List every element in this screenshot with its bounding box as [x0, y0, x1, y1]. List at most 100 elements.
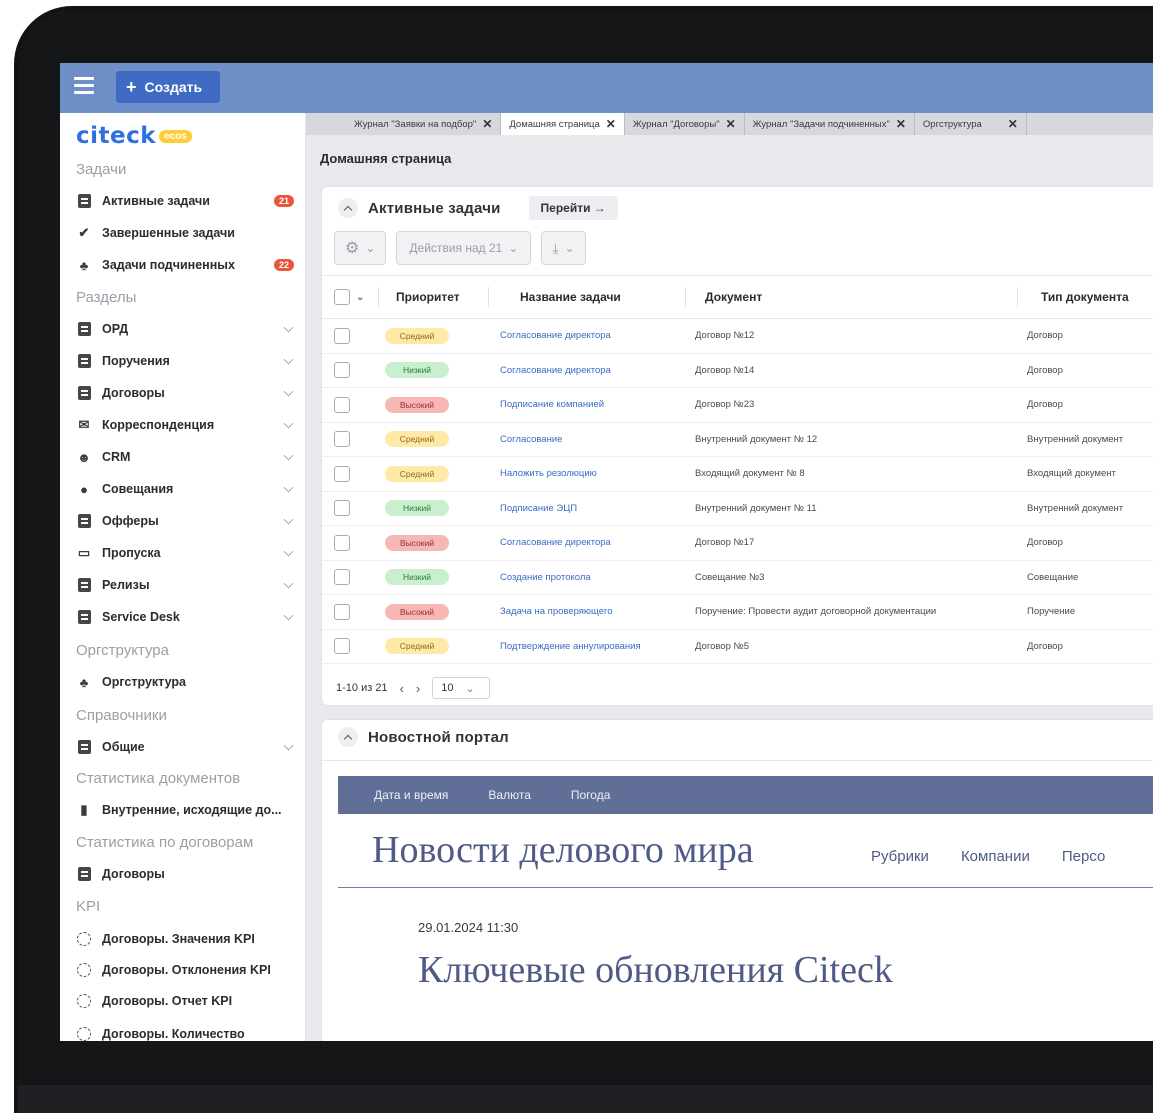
- sidebar-item-offers[interactable]: Офферы: [76, 510, 298, 532]
- sidebar-item-active-tasks[interactable]: Активные задачи 21: [76, 190, 298, 212]
- menu-icon[interactable]: [74, 77, 94, 97]
- sidebar-item-meetings[interactable]: ● Совещания: [76, 478, 298, 500]
- document-cell: Совещание №3: [695, 571, 765, 583]
- sidebar-item-kpi-deviations[interactable]: Договоры. Отклонения KPI: [76, 959, 298, 981]
- goto-button[interactable]: Перейти →: [528, 196, 618, 220]
- table-row[interactable]: Низкий Создание протокола Совещание №3 Сове…: [322, 561, 1153, 595]
- tab-orgstructure[interactable]: Оргструктура ✕: [915, 113, 1027, 135]
- next-page-icon[interactable]: ›: [416, 681, 420, 696]
- chevron-down-icon: [283, 322, 294, 332]
- row-checkbox[interactable]: [334, 396, 350, 413]
- task-name-link[interactable]: Согласование директора: [498, 365, 695, 376]
- task-name-link[interactable]: Создание протокола: [498, 572, 695, 583]
- task-name-link[interactable]: Согласование директора: [498, 330, 695, 341]
- logo-text: citeck: [76, 123, 157, 149]
- column-priority[interactable]: Приоритет: [384, 290, 498, 304]
- news-headline[interactable]: Ключевые обновления Citeck: [418, 948, 893, 992]
- sidebar-item-crm[interactable]: ☻ CRM: [76, 446, 298, 468]
- table-row[interactable]: Средний Подтверждение аннулирования Догово…: [322, 630, 1153, 664]
- task-name-link[interactable]: Подписание ЭЦП: [498, 503, 695, 514]
- prev-page-icon[interactable]: ‹: [400, 681, 404, 696]
- sidebar-item-correspondence[interactable]: ✉ Корреспонденция: [76, 414, 298, 436]
- tab-contracts-journal[interactable]: Журнал "Договоры" ✕: [625, 113, 745, 135]
- pagination: 1-10 из 21 ‹ › 10 ⌄: [336, 677, 491, 699]
- create-button[interactable]: + Создать: [116, 71, 220, 103]
- close-icon[interactable]: ✕: [726, 117, 736, 131]
- task-name-link[interactable]: Согласование директора: [498, 537, 695, 548]
- news-nav-link[interactable]: Рубрики: [871, 848, 929, 865]
- sidebar-item-orders[interactable]: Поручения: [76, 350, 298, 372]
- tab-home[interactable]: Домашняя страница ✕: [501, 113, 625, 135]
- table-row[interactable]: Средний Согласование Внутренний документ №…: [322, 423, 1153, 457]
- table-row[interactable]: Средний Наложить резолюцию Входящий докуме…: [322, 457, 1153, 492]
- sidebar-item-passes[interactable]: ▭ Пропуска: [76, 542, 298, 564]
- row-checkbox[interactable]: [334, 431, 350, 448]
- sidebar-item-kpi-report[interactable]: Договоры. Отчет KPI: [76, 990, 298, 1012]
- table-row[interactable]: Высокий Подписание компанией Договор №23 До…: [322, 388, 1153, 423]
- per-page-select[interactable]: 10 ⌄: [432, 677, 491, 699]
- select-all-checkbox[interactable]: [334, 289, 350, 305]
- document-cell: Внутренний документ № 11: [695, 502, 817, 514]
- pagination-range: 1-10 из 21: [336, 682, 388, 694]
- column-document[interactable]: Документ: [695, 290, 1027, 304]
- sidebar-item-general[interactable]: Общие: [76, 736, 298, 758]
- row-checkbox[interactable]: [334, 638, 350, 655]
- task-name-link[interactable]: Подписание компанией: [498, 399, 695, 410]
- row-checkbox[interactable]: [334, 327, 350, 344]
- collapse-icon[interactable]: [338, 727, 358, 747]
- table-row[interactable]: Средний Согласование директора Договор №12…: [322, 319, 1153, 354]
- id-card-icon: ▭: [77, 545, 91, 560]
- news-nav-link[interactable]: Компании: [961, 848, 1030, 865]
- chevron-down-icon[interactable]: ⌄: [356, 292, 364, 303]
- column-doc-type[interactable]: Тип документа: [1027, 290, 1153, 304]
- document-cell: Договор №23: [695, 399, 755, 411]
- row-checkbox[interactable]: [334, 569, 350, 586]
- news-brand-title[interactable]: Новости делового мира: [372, 828, 754, 872]
- sidebar-item-contracts[interactable]: Договоры: [76, 382, 298, 404]
- table-row[interactable]: Низкий Подписание ЭЦП Внутренний документ …: [322, 492, 1153, 526]
- close-icon[interactable]: ✕: [606, 117, 616, 131]
- row-checkbox[interactable]: [334, 362, 350, 379]
- sidebar-item-subordinate-tasks[interactable]: ♣ Задачи подчиненных 22: [76, 254, 298, 276]
- document-cell: Договор №17: [695, 537, 755, 549]
- news-bar-link[interactable]: Погода: [571, 788, 611, 802]
- loading-dashed-icon: [76, 962, 92, 978]
- row-checkbox[interactable]: [334, 500, 350, 517]
- chevron-down-icon: [283, 578, 294, 588]
- close-icon[interactable]: ✕: [1008, 117, 1018, 131]
- priority-badge: Высокий: [385, 534, 449, 551]
- bulk-actions-dropdown[interactable]: Действия над 21 ⌄: [396, 231, 532, 265]
- sidebar-item-orgstructure[interactable]: ♣ Оргструктура: [76, 671, 298, 693]
- tab-hiring-requests[interactable]: Журнал "Заявки на подбор" ✕: [346, 113, 502, 135]
- bar-chart-icon: ▮: [80, 802, 88, 817]
- task-name-link[interactable]: Согласование: [498, 434, 695, 445]
- export-dropdown[interactable]: ⤓ ⌄: [541, 231, 586, 265]
- sidebar-item-internal-outgoing[interactable]: ▮ Внутренние, исходящие до...: [76, 799, 298, 821]
- sidebar-item-contract-stats[interactable]: Договоры: [76, 863, 298, 885]
- task-name-link[interactable]: Задача на проверяющего: [498, 606, 695, 617]
- sidebar-item-kpi-values[interactable]: Договоры. Значения KPI: [76, 928, 298, 950]
- table-row[interactable]: Высокий Согласование директора Договор №17…: [322, 526, 1153, 561]
- row-checkbox[interactable]: [334, 603, 350, 620]
- tab-subordinate-tasks-journal[interactable]: Журнал "Задачи подчиненных" ✕: [745, 113, 915, 135]
- sidebar-item-completed-tasks[interactable]: ✔ Завершенные задачи: [76, 222, 298, 244]
- row-checkbox[interactable]: [334, 534, 350, 551]
- sidebar-item-ord[interactable]: ОРД: [76, 318, 298, 340]
- sidebar-item-service-desk[interactable]: Service Desk: [76, 606, 298, 628]
- table-row[interactable]: Высокий Задача на проверяющего Поручение: …: [322, 595, 1153, 630]
- sidebar-item-kpi-count[interactable]: Договоры. Количество: [76, 1023, 298, 1041]
- news-nav-link[interactable]: Персо: [1062, 848, 1105, 865]
- column-task-name[interactable]: Название задачи: [498, 290, 695, 304]
- collapse-icon[interactable]: [338, 198, 358, 218]
- row-checkbox[interactable]: [334, 465, 350, 482]
- settings-dropdown[interactable]: ⚙ ⌄: [334, 231, 387, 265]
- sidebar-item-releases[interactable]: Релизы: [76, 574, 298, 596]
- news-bar-link[interactable]: Валюта: [488, 788, 530, 802]
- logo[interactable]: citeck ecos: [76, 123, 192, 149]
- news-bar-link[interactable]: Дата и время: [374, 788, 448, 802]
- task-name-link[interactable]: Подтверждение аннулирования: [498, 641, 695, 652]
- close-icon[interactable]: ✕: [896, 117, 906, 131]
- close-icon[interactable]: ✕: [482, 117, 492, 131]
- table-row[interactable]: Низкий Согласование директора Договор №14 Д…: [322, 354, 1153, 388]
- task-name-link[interactable]: Наложить резолюцию: [498, 468, 695, 479]
